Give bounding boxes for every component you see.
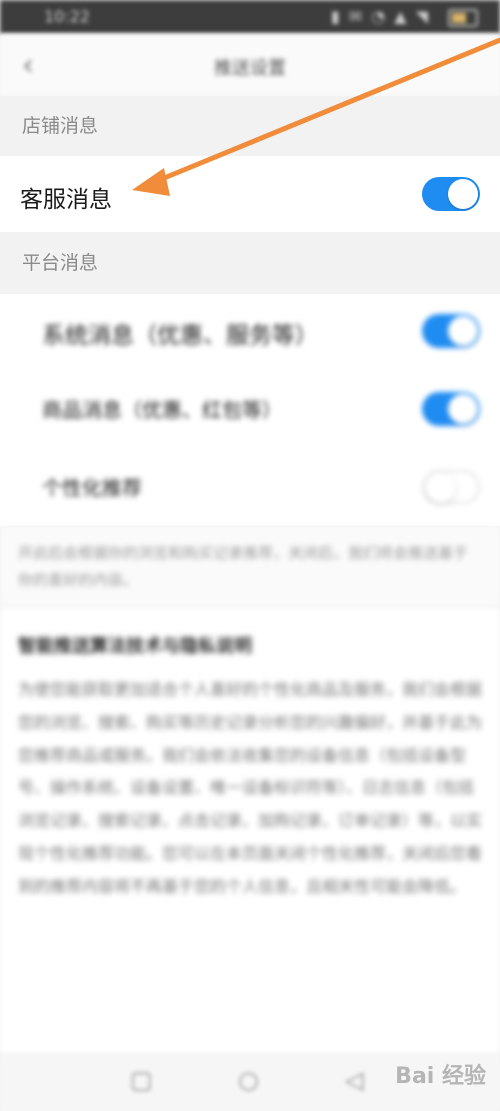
article-body: 为使您能获取更加适合个人喜好的个性化商品及服务，我们会根据您的浏览、搜索、购买等…	[18, 680, 483, 896]
title-bar: ‹ 推送设置	[0, 34, 500, 96]
status-time: 10:22	[44, 7, 91, 26]
back-triangle-icon[interactable]: ◁	[345, 1066, 363, 1094]
platform-settings-list: 系统消息（优惠、服务等） 商品消息（优惠、红包等） 个性化推荐	[0, 294, 500, 526]
toggle-knob	[426, 473, 456, 503]
toggle-knob	[448, 179, 478, 209]
toggle-system-messages[interactable]	[422, 314, 480, 348]
section-header-shop: 店铺消息	[0, 96, 500, 156]
setting-label: 个性化推荐	[42, 476, 142, 500]
toggle-personalized-recommendations[interactable]	[422, 470, 480, 504]
article-title: 智能推送算法技术与隐私说明	[18, 636, 252, 657]
section-header-label: 平台消息	[22, 252, 99, 274]
page-title: 推送设置	[214, 58, 286, 79]
setting-label: 客服消息	[20, 187, 112, 213]
baidu-jingyan-watermark: Bai 经验	[395, 1064, 486, 1089]
setting-row-customer-service[interactable]: 客服消息	[0, 156, 500, 232]
recommendation-note: 开启后会根据你的浏览和购买记录推荐，关闭后，我们将会推送基于你的喜好的内容。	[0, 526, 500, 606]
status-indicators: ▮ ✉ ◔ ▲ ◥	[330, 7, 430, 26]
toggle-knob	[448, 394, 478, 424]
toggle-customer-service[interactable]	[422, 177, 480, 211]
toggle-knob	[448, 316, 478, 346]
section-header-platform: 平台消息	[0, 232, 500, 294]
home-circle-icon[interactable]: ○	[238, 1066, 259, 1094]
section-header-label: 店铺消息	[22, 115, 99, 137]
setting-label: 系统消息（优惠、服务等）	[42, 323, 318, 349]
toggle-product-messages[interactable]	[422, 392, 480, 426]
status-bar: 10:22 ▮ ✉ ◔ ▲ ◥	[0, 0, 500, 34]
setting-label: 商品消息（优惠、红包等）	[42, 398, 282, 422]
battery-icon	[448, 9, 478, 27]
recent-square-icon[interactable]: ▢	[130, 1066, 153, 1094]
privacy-article: 智能推送算法技术与隐私说明 为使您能获取更加适合个人喜好的个性化商品及服务，我们…	[0, 608, 500, 1054]
